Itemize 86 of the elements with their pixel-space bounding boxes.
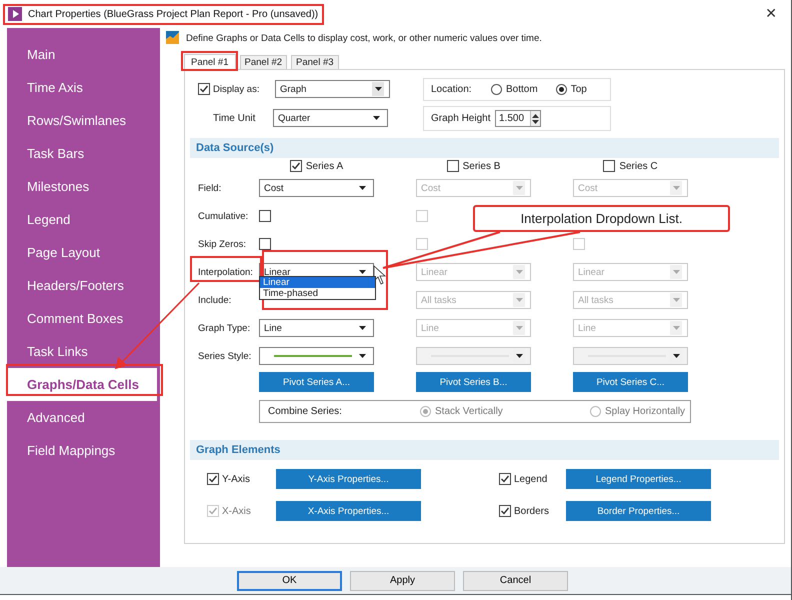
field-label: Series Style:	[197, 350, 252, 362]
checkbox[interactable]	[198, 83, 210, 95]
caret-icon	[513, 265, 525, 279]
dropdown[interactable]: Line	[259, 319, 374, 337]
pivot-button[interactable]: Pivot Series A...	[259, 372, 374, 392]
style-dropdown[interactable]	[259, 347, 374, 365]
caret-icon	[670, 265, 682, 279]
sidebar-item[interactable]: Comment Boxes	[7, 302, 157, 335]
radio-label: Bottom	[506, 84, 538, 95]
checkbox-label: Borders	[514, 506, 550, 516]
sidebar-item[interactable]: Rows/Swimlanes	[7, 104, 157, 137]
dropdown-option[interactable]: Linear	[260, 277, 375, 288]
checkbox[interactable]	[259, 210, 271, 222]
properties-button[interactable]: Border Properties...	[566, 501, 711, 521]
checkbox-label: X-Axis	[222, 506, 252, 516]
section-header: Graph Elements	[190, 440, 779, 460]
checkbox[interactable]	[446, 160, 459, 172]
sidebar-item[interactable]: Field Mappings	[7, 434, 157, 467]
dialog-button[interactable]: Apply	[350, 570, 455, 590]
checkbox[interactable]	[207, 473, 219, 485]
checkbox[interactable]	[290, 160, 302, 172]
checkbox[interactable]	[499, 473, 511, 485]
field-label: Field:	[197, 182, 222, 194]
caret-icon	[670, 181, 682, 195]
caret-icon	[670, 321, 682, 335]
caret-icon	[513, 181, 525, 195]
time-unit-dropdown[interactable]: Quarter	[273, 109, 388, 127]
checkbox-label: Y-Axis	[222, 474, 251, 484]
field-label: Graph Height	[431, 113, 492, 124]
properties-button[interactable]: Y-Axis Properties...	[276, 469, 421, 489]
field-label: Interpolation:	[197, 266, 254, 278]
radio-label: Top	[570, 84, 587, 95]
field-label: Graph Type:	[197, 322, 252, 334]
sidebar-item[interactable]: Graphs/Data Cells	[7, 368, 157, 401]
highlight-frame	[181, 51, 238, 71]
dialog-button[interactable]: Cancel	[463, 570, 568, 590]
radio-button[interactable]	[491, 84, 502, 95]
sidebar-item[interactable]: Task Links	[7, 335, 157, 368]
checkbox-label: Legend	[514, 474, 548, 484]
series-label: Series C	[619, 160, 658, 172]
radio-button[interactable]	[556, 84, 567, 95]
sidebar-item[interactable]: Page Layout	[7, 236, 157, 269]
sidebar-item[interactable]: Headers/Footers	[7, 269, 157, 302]
caret-icon	[513, 293, 525, 307]
tab[interactable]: Panel #3	[291, 55, 339, 69]
callout-label: Interpolation Dropdown List.	[473, 205, 730, 232]
sidebar-item[interactable]: Main	[7, 38, 157, 71]
tab[interactable]: Panel #2	[240, 55, 288, 69]
properties-button[interactable]: Legend Properties...	[566, 469, 711, 489]
caret-icon	[670, 293, 682, 307]
field-label: Display as:	[213, 84, 260, 94]
tab[interactable]: Panel #1	[184, 54, 236, 69]
series-label: Series B	[462, 160, 500, 172]
chart-icon	[166, 31, 179, 44]
field-label: Include:	[197, 294, 232, 306]
checkbox[interactable]	[259, 238, 271, 250]
checkbox[interactable]	[603, 160, 616, 172]
sidebar-item[interactable]: Time Axis	[7, 71, 157, 104]
field-label: Location:	[431, 84, 473, 95]
number-field[interactable]: 1.500	[495, 110, 541, 127]
pivot-button[interactable]: Pivot Series C...	[573, 372, 688, 392]
field-label: Cumulative:	[197, 210, 250, 222]
radio-label: Splay Horizontally	[605, 406, 686, 417]
sidebar-item[interactable]: Legend	[7, 203, 157, 236]
caret-icon	[513, 321, 525, 335]
app-icon	[8, 7, 22, 21]
field-label: Skip Zeros:	[197, 238, 248, 250]
field-label: Time Unit	[213, 112, 256, 124]
pivot-button[interactable]: Pivot Series B...	[416, 372, 531, 392]
checkbox[interactable]	[499, 505, 511, 517]
sidebar-item[interactable]: Task Bars	[7, 137, 157, 170]
sidebar-item[interactable]: Milestones	[7, 170, 157, 203]
display-dropdown[interactable]: Graph	[275, 80, 390, 98]
spinner-icon[interactable]	[530, 111, 540, 126]
description-text: Define Graphs or Data Cells to display cost, work, or other numeric values over time.	[186, 32, 542, 44]
series-label: Series A	[306, 160, 344, 172]
section-header: Data Source(s)	[190, 138, 779, 158]
radio-label: Stack Vertically	[435, 406, 503, 417]
dropdown-option[interactable]: Time-phased	[260, 288, 375, 299]
close-button[interactable]: ✕	[759, 6, 783, 22]
sidebar-item[interactable]: Advanced	[7, 401, 157, 434]
caret-icon	[372, 82, 384, 96]
dialog-button[interactable]: OK	[237, 570, 342, 590]
window-title: Chart Properties (BlueGrass Project Plan Report - Pro (unsaved))	[28, 8, 318, 20]
field-label: Combine Series:	[268, 406, 343, 417]
dropdown[interactable]: Cost	[259, 179, 374, 197]
